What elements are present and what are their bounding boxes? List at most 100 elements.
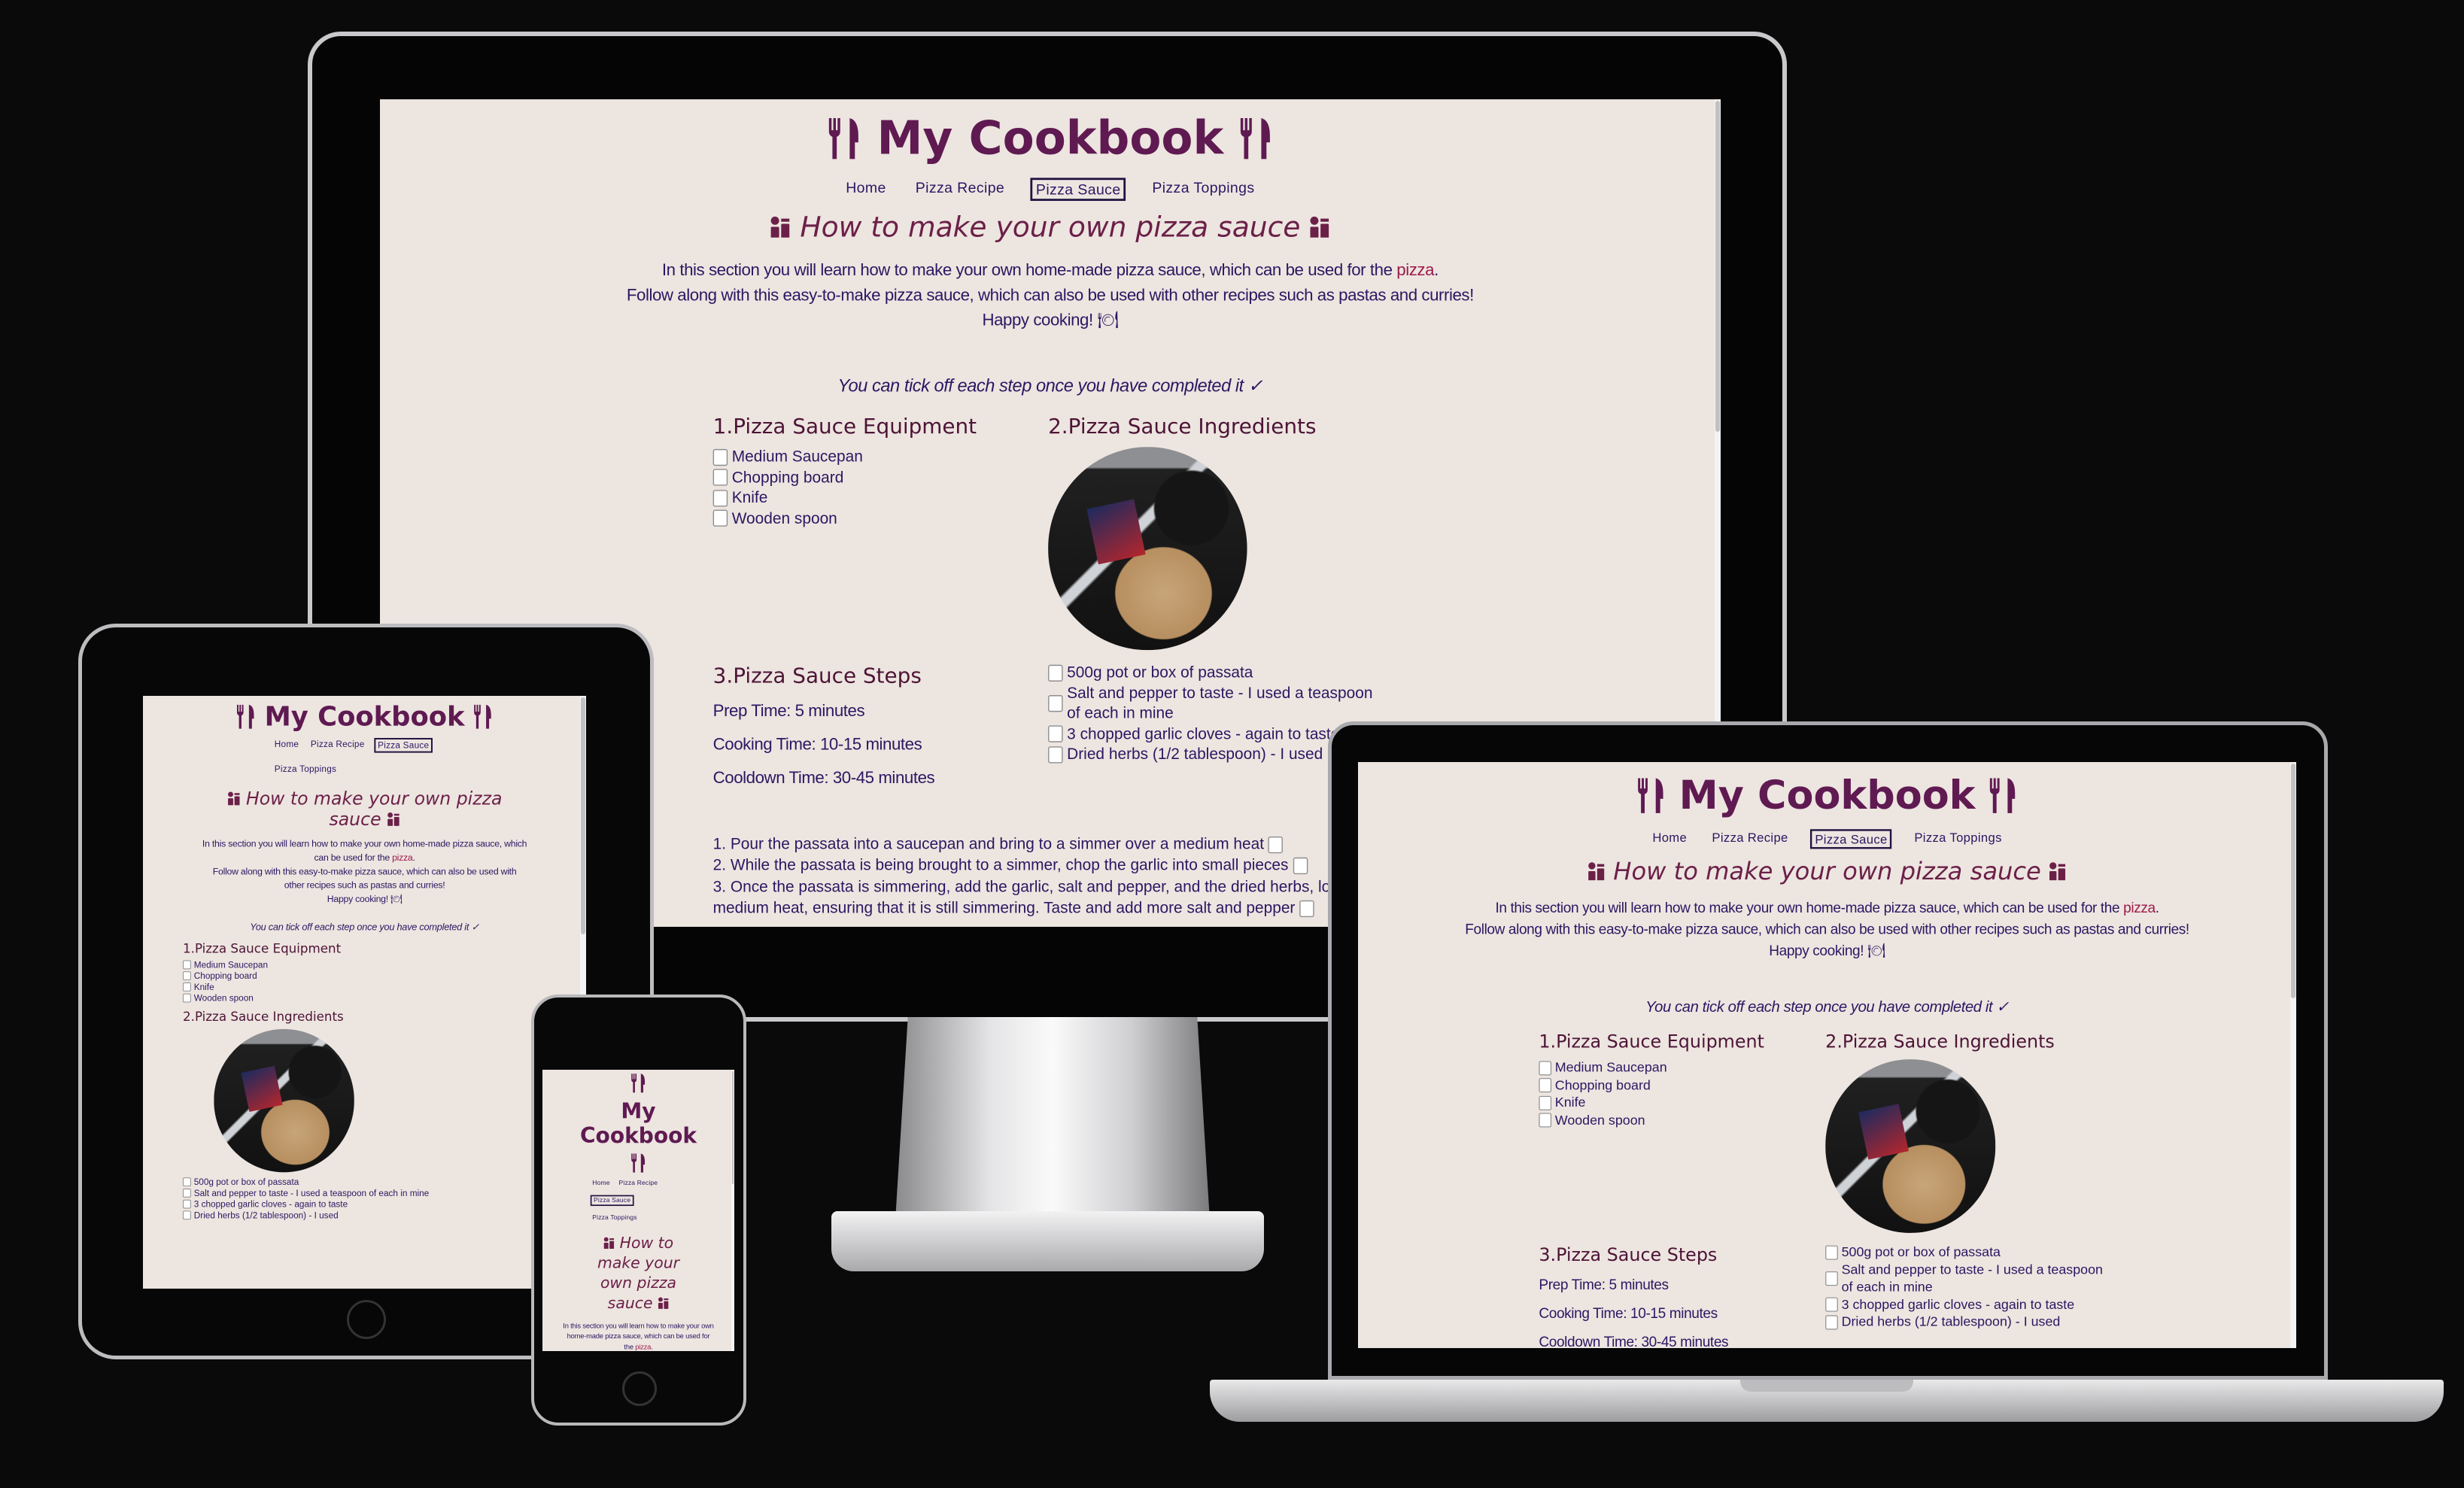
nav-pizza-toppings[interactable]: Pizza Toppings	[1912, 829, 2005, 849]
steps-heading: 3.Pizza Sauce Steps	[712, 662, 922, 688]
salt-pepper-icon	[1311, 216, 1329, 238]
ingredients-heading: 2.Pizza Sauce Ingredients	[1825, 1031, 2055, 1052]
fork-knife-icon	[1240, 117, 1270, 159]
salt-pepper-icon	[603, 1237, 615, 1250]
checkbox[interactable]	[712, 489, 728, 507]
pizza-link[interactable]: pizza	[392, 852, 413, 863]
checkbox[interactable]	[712, 469, 728, 486]
fork-knife-icon	[236, 705, 254, 729]
main-nav: Home Pizza Recipe Pizza Sauce Pizza Topp…	[272, 737, 457, 775]
salt-pepper-icon	[658, 1297, 669, 1309]
nav-pizza-sauce[interactable]: Pizza Sauce	[374, 737, 433, 753]
checkbox[interactable]	[1825, 1271, 1838, 1286]
pizza-link[interactable]: pizza	[2123, 900, 2156, 916]
checkbox[interactable]	[1048, 746, 1063, 764]
monitor-stand	[895, 1017, 1210, 1220]
equipment-list: Medium Saucepan Chopping board Knife Woo…	[1539, 1059, 1825, 1129]
nav-pizza-toppings[interactable]: Pizza Toppings	[272, 763, 339, 775]
list-item: Chopping board	[183, 970, 479, 982]
recipe-grid: 1.Pizza Sauce Equipment Medium Saucepan …	[1539, 1031, 2115, 1348]
nav-pizza-recipe[interactable]: Pizza Recipe	[617, 1179, 660, 1187]
checkbox[interactable]	[1048, 664, 1063, 682]
list-item: 3 chopped garlic cloves - again to taste	[1825, 1296, 2116, 1313]
fork-knife-icon	[1989, 778, 2015, 814]
ingredients-section: 2.Pizza Sauce Ingredients	[183, 1010, 479, 1177]
checkbox[interactable]	[1268, 837, 1284, 854]
list-item: Salt and pepper to taste - I used a teas…	[1048, 683, 1387, 724]
checkbox[interactable]	[1825, 1297, 1838, 1312]
recipe-grid: 1.Pizza Sauce Equipment Medium Saucepan …	[712, 413, 1387, 803]
steps-section: 3.Pizza Sauce Steps Prep Time: 5 minutes…	[1539, 1244, 1825, 1348]
checkbox[interactable]	[1299, 900, 1314, 917]
nav-home[interactable]: Home	[591, 1179, 612, 1187]
nav-pizza-sauce[interactable]: Pizza Sauce	[1810, 829, 1892, 849]
nav-home[interactable]: Home	[272, 738, 301, 753]
checkbox[interactable]	[1825, 1245, 1838, 1260]
salt-pepper-icon	[387, 812, 400, 827]
nav-pizza-toppings[interactable]: Pizza Toppings	[591, 1213, 640, 1222]
list-item: Knife	[712, 487, 1048, 508]
pizza-link[interactable]: pizza	[635, 1344, 651, 1351]
checkbox[interactable]	[183, 1199, 191, 1209]
nav-pizza-recipe[interactable]: Pizza Recipe	[913, 178, 1008, 201]
webpage: My Cookbook Home Pizza Recipe Pizza Sauc…	[1358, 762, 2296, 1348]
checkbox[interactable]	[183, 1189, 191, 1198]
checkbox[interactable]	[1825, 1315, 1838, 1330]
nav-pizza-recipe[interactable]: Pizza Recipe	[1709, 829, 1791, 849]
checkbox[interactable]	[1539, 1061, 1552, 1076]
scrollbar[interactable]	[731, 1070, 734, 1351]
laptop-notch	[1740, 1380, 1913, 1392]
equipment-section: 1.Pizza Sauce Equipment Medium Saucepan …	[183, 942, 479, 1004]
monitor-stand-base	[831, 1211, 1264, 1271]
nav-home[interactable]: Home	[1650, 829, 1690, 849]
checkbox[interactable]	[1293, 858, 1308, 875]
checkbox[interactable]	[712, 448, 728, 466]
scrollbar[interactable]	[2290, 762, 2296, 1348]
nav-pizza-sauce[interactable]: Pizza Sauce	[1030, 178, 1126, 202]
checkbox[interactable]	[183, 993, 191, 1003]
intro-text: In this section you will learn how to ma…	[202, 838, 527, 904]
site-title: My Cookbook	[380, 99, 1721, 166]
cooldown-time: Cooldown Time: 30-45 minutes	[1539, 1335, 1729, 1348]
nav-pizza-recipe[interactable]: Pizza Recipe	[308, 738, 367, 753]
ingredients-section: 2.Pizza Sauce Ingredients	[1825, 1031, 2116, 1244]
equipment-section: 1.Pizza Sauce Equipment Medium Saucepan …	[1539, 1031, 1825, 1244]
pizza-link[interactable]: pizza	[1396, 262, 1434, 280]
home-button	[622, 1371, 657, 1406]
equipment-heading: 1.Pizza Sauce Equipment	[712, 413, 977, 439]
list-item: Wooden spoon	[183, 993, 479, 1004]
checkbox[interactable]	[183, 1177, 191, 1187]
nav-pizza-sauce[interactable]: Pizza Sauce	[590, 1195, 634, 1207]
checkbox[interactable]	[183, 1210, 191, 1220]
phone-device: My Cookbook Home Pizza Recipe Pizza Sauc…	[531, 995, 746, 1426]
equipment-list: Medium Saucepan Chopping board Knife Woo…	[712, 447, 1048, 529]
checkbox[interactable]	[1048, 695, 1063, 712]
list-item: Dried herbs (1/2 tablespoon) - I used	[183, 1210, 479, 1221]
page-heading: How to make your own pizza sauce	[597, 1234, 680, 1312]
list-item: Salt and pepper to taste - I used a teas…	[183, 1188, 479, 1199]
checkbox[interactable]	[1539, 1113, 1552, 1128]
checkbox[interactable]	[183, 982, 191, 992]
fork-knife-icon	[828, 117, 859, 159]
main-nav: Home Pizza Recipe Pizza Sauce Pizza Topp…	[590, 1179, 687, 1222]
steps-section: 3.Pizza Sauce Steps Prep Time: 5 minutes…	[713, 663, 1048, 803]
checkbox[interactable]	[183, 960, 191, 970]
checkbox[interactable]	[183, 971, 191, 981]
checkbox[interactable]	[1539, 1078, 1552, 1093]
step-item: 3. Once the passata is simmering, add th…	[712, 877, 1347, 917]
checkbox[interactable]	[1048, 725, 1063, 743]
list-item: Chopping board	[712, 467, 1048, 487]
list-item: Knife	[1539, 1094, 1825, 1111]
checkbox[interactable]	[1539, 1095, 1552, 1110]
nav-home[interactable]: Home	[843, 178, 889, 201]
ingredients-list: 500g pot or box of passata Salt and pepp…	[183, 1177, 479, 1221]
checkbox[interactable]	[712, 510, 728, 527]
list-item: Medium Saucepan	[1539, 1059, 1825, 1077]
nav-pizza-toppings[interactable]: Pizza Toppings	[1149, 178, 1258, 201]
tablet-screen: My Cookbook Home Pizza Recipe Pizza Sauc…	[143, 696, 586, 1289]
recipe-grid: 1.Pizza Sauce Equipment Medium Saucepan …	[183, 942, 479, 1221]
steps-heading: 3.Pizza Sauce Steps	[1539, 1244, 1718, 1265]
page-heading: How to make your own pizza sauce	[1358, 858, 2296, 885]
site-title: My Cookbook	[143, 696, 586, 732]
intro-text: In this section you will learn how to ma…	[626, 261, 1474, 330]
